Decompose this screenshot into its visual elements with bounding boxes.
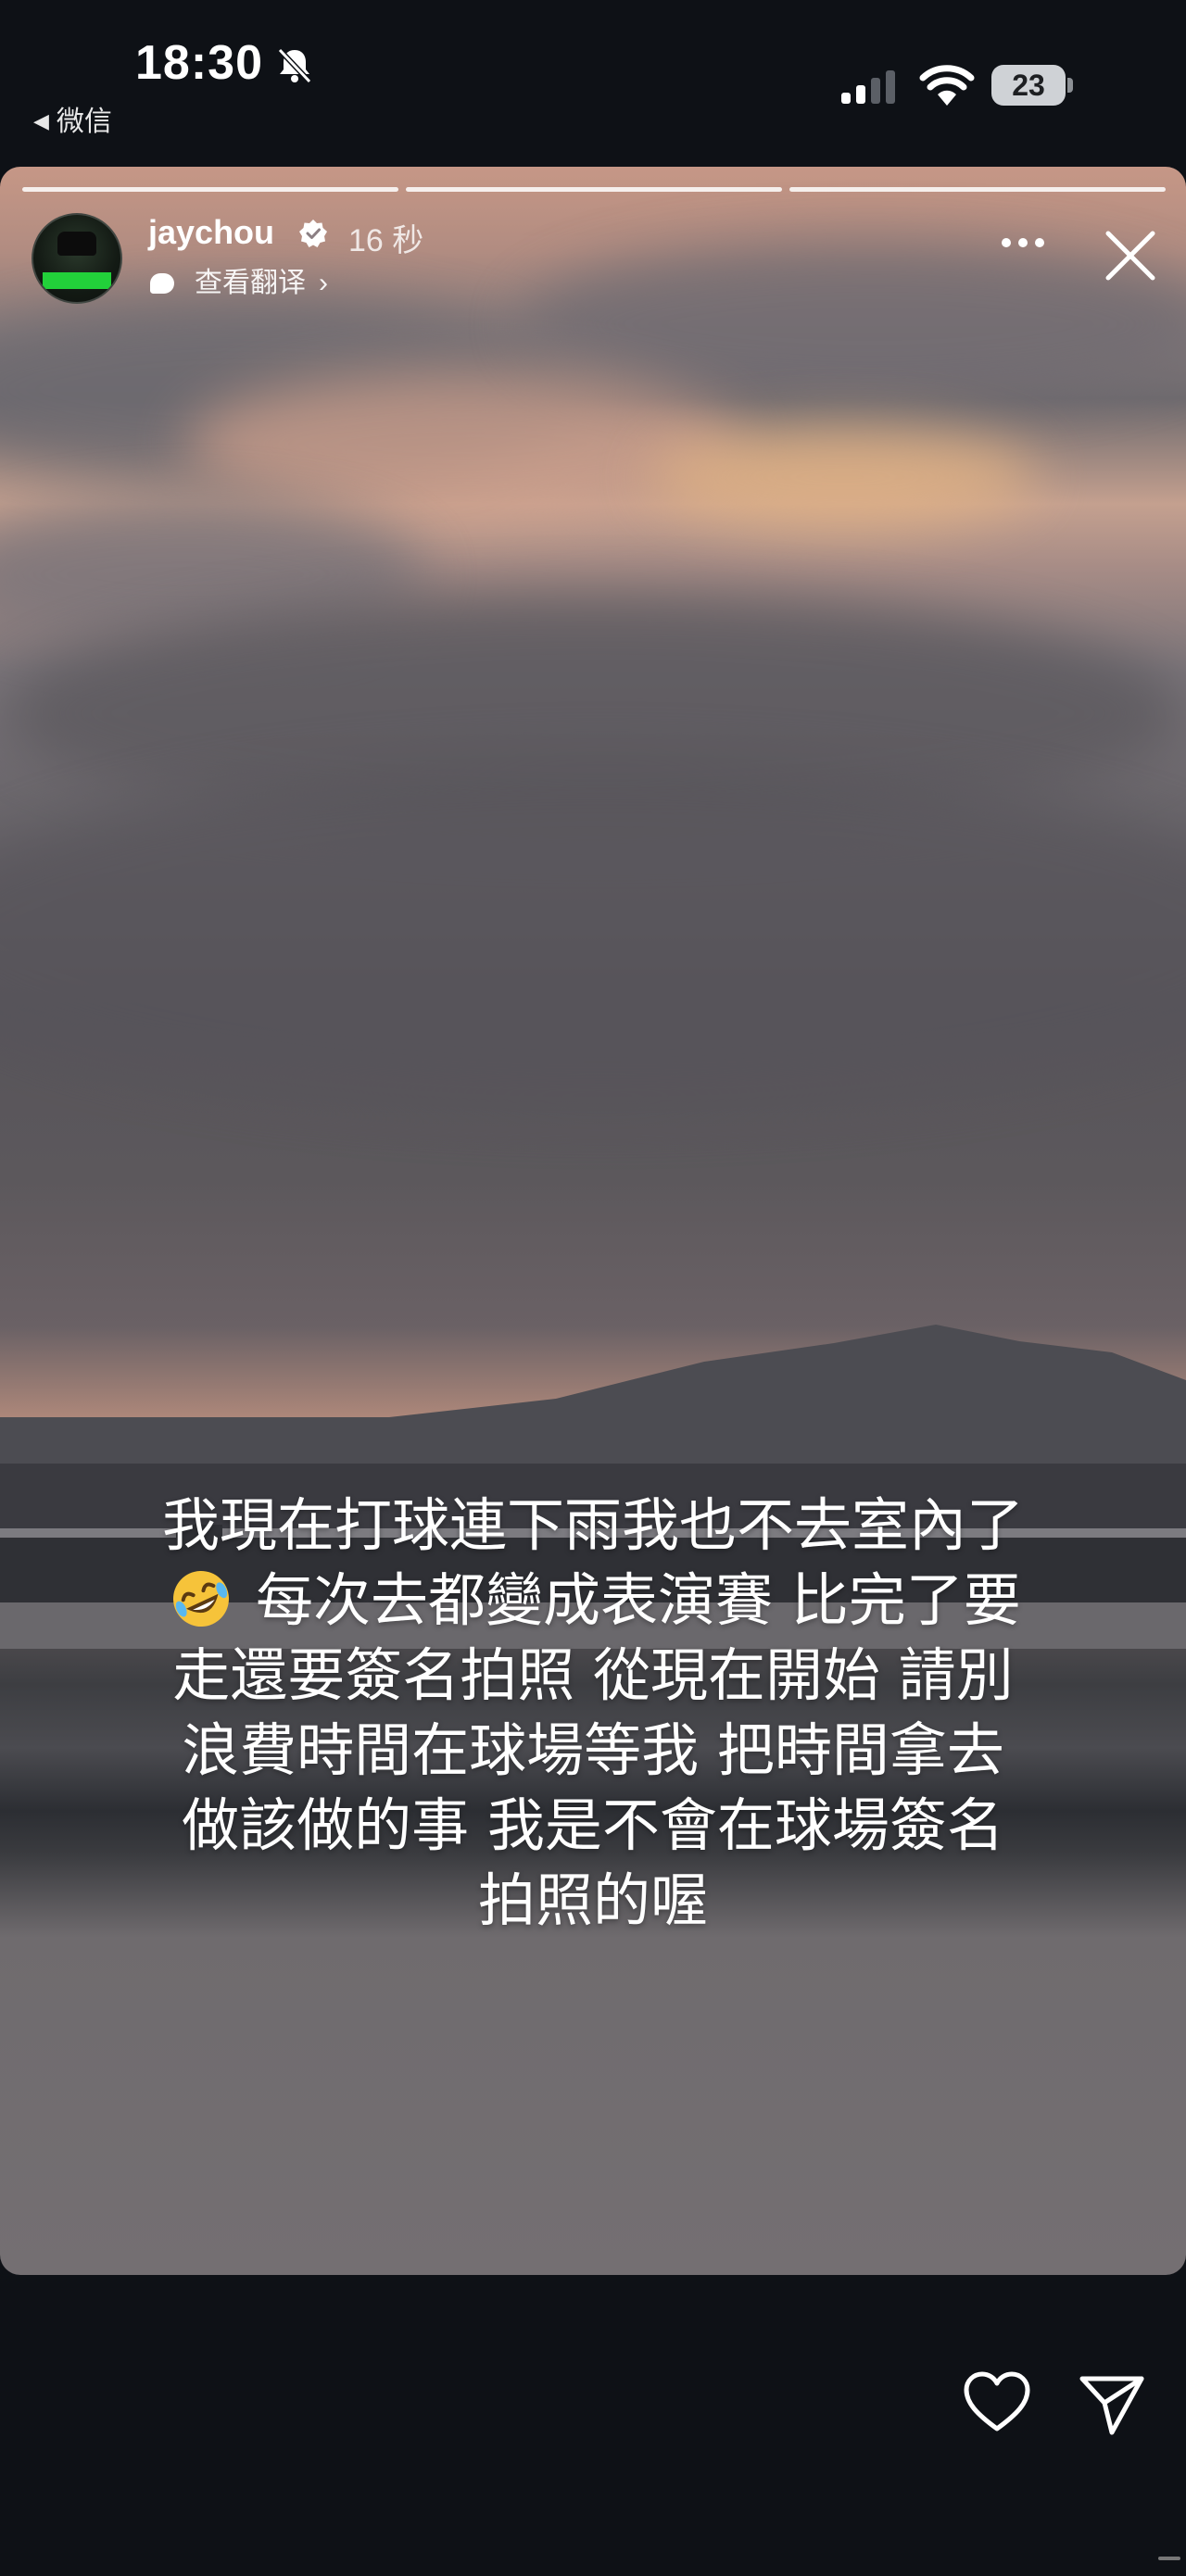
more-icon[interactable]: [1001, 237, 1045, 248]
wifi-icon: [919, 65, 975, 106]
status-bar: 18:30 ◀ 微信 23: [0, 0, 1186, 157]
see-translation-link[interactable]: 查看翻译 ›: [150, 259, 328, 300]
caption-text-1: 我現在打球連下雨我也不去室內了: [161, 1491, 1024, 1559]
back-triangle-icon: ◀: [33, 109, 49, 132]
see-translation-label: 查看翻译: [195, 268, 306, 298]
battery-level: 23: [1012, 69, 1045, 102]
battery-nub: [1067, 78, 1073, 93]
story-card[interactable]: jaychou 16 秒 查看翻译 ›: [0, 167, 1186, 2275]
status-time: 18:30: [135, 36, 263, 90]
story-progress-2: [406, 187, 782, 192]
cloud: [0, 760, 1186, 1112]
story-caption: 我現在打球連下雨我也不去室內了 每次去都變成表演賽 比完了要走還要簽名拍照 從現…: [158, 1488, 1028, 1938]
cellular-signal-icon: [841, 70, 895, 104]
send-icon[interactable]: [1077, 2371, 1147, 2436]
story-progress-1: [22, 187, 398, 192]
back-to-app-link[interactable]: ◀ 微信: [33, 98, 112, 139]
bell-muted-icon: [277, 47, 312, 84]
caption-text-2: 每次去都變成表演賽 比完了要走還要簽名拍照 從現在開始 請別浪費時間在球場等我 …: [172, 1566, 1021, 1934]
home-indicator: [1158, 2557, 1180, 2560]
back-app-label: 微信: [56, 107, 112, 137]
chevron-right-icon: ›: [319, 268, 328, 298]
cloud: [649, 426, 1038, 528]
battery-indicator: 23: [991, 65, 1077, 107]
avatar[interactable]: [32, 213, 122, 304]
heart-icon[interactable]: [962, 2369, 1032, 2434]
story-progress-3: [789, 187, 1166, 192]
rolling-laughing-emoji-icon: [173, 1571, 230, 1627]
post-time: 16 秒: [348, 223, 424, 258]
avatar-green-stripe: [43, 272, 111, 289]
verified-badge-icon: [299, 220, 327, 247]
cloud: [185, 371, 741, 519]
translate-bubble-icon: [150, 273, 174, 294]
close-icon[interactable]: [1103, 228, 1158, 283]
avatar-figure: [57, 232, 96, 256]
username[interactable]: jaychou: [148, 213, 274, 252]
